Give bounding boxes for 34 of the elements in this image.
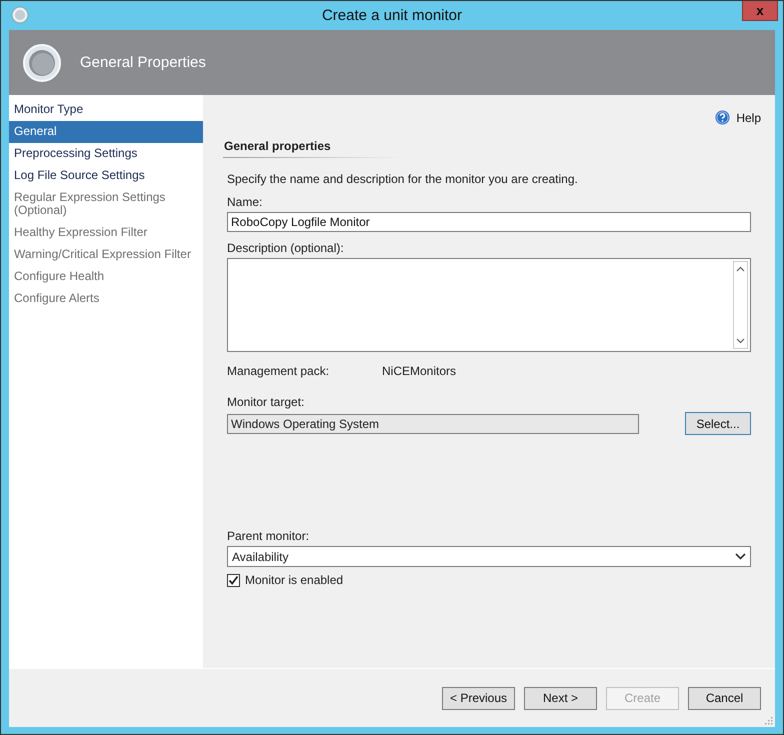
management-pack-value: NiCEMonitors <box>382 364 456 378</box>
help-link[interactable]: Help <box>736 110 761 124</box>
field-label: Parent monitor: <box>227 529 310 543</box>
resize-grip-icon[interactable] <box>765 717 773 725</box>
instruction-text: Specify the name and description for the monitor you are creating. <box>227 172 579 186</box>
field-label: Monitor target: <box>227 395 306 409</box>
sidebar-item[interactable]: General <box>9 121 203 143</box>
description-field[interactable] <box>227 258 751 352</box>
wizard-button[interactable]: < Previous <box>442 686 515 710</box>
scroll-up-icon[interactable] <box>736 266 745 272</box>
close-button[interactable]: x <box>742 1 778 21</box>
checkbox[interactable] <box>227 574 240 586</box>
field-label: Name: <box>227 195 264 209</box>
parent-monitor-dropdown[interactable]: Availability <box>227 546 751 567</box>
field-label: Management pack: <box>227 364 330 378</box>
sidebar-item[interactable]: Log File Source Settings <box>9 165 203 187</box>
wizard-button[interactable]: Cancel <box>688 686 761 710</box>
checkbox-label: Monitor is enabled <box>245 573 344 587</box>
field-label: Description (optional): <box>227 241 345 255</box>
chevron-down-icon <box>735 553 746 560</box>
name-field[interactable]: RoboCopy Logfile Monitor <box>227 212 751 232</box>
page-heading: General Properties <box>80 54 206 71</box>
select-button[interactable]: Select... <box>685 412 751 435</box>
section-heading: General properties <box>224 139 332 153</box>
scrollbar[interactable] <box>733 261 748 349</box>
circle-icon <box>22 42 62 82</box>
app-icon <box>11 6 29 24</box>
sidebar-item[interactable]: Monitor Type <box>9 99 203 121</box>
sidebar-item[interactable]: Preprocessing Settings <box>9 143 203 165</box>
wizard-button[interactable]: Next > <box>524 686 597 710</box>
window-title: Create a unit monitor <box>322 7 462 24</box>
help-icon[interactable] <box>715 110 730 125</box>
target-field[interactable]: Windows Operating System <box>227 414 639 434</box>
scroll-down-icon[interactable] <box>736 338 745 344</box>
